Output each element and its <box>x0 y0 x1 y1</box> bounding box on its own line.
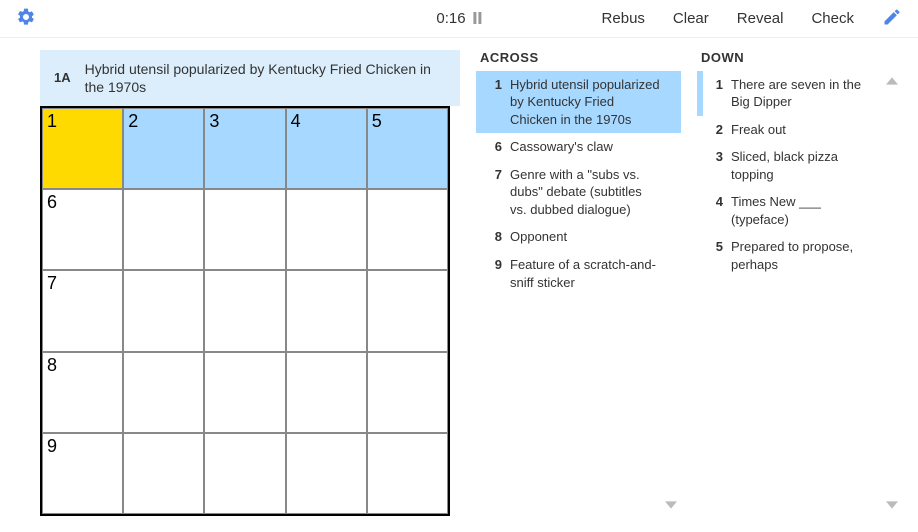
clue-text: Sliced, black pizza topping <box>731 148 896 183</box>
cell-number: 6 <box>47 192 57 213</box>
grid-cell[interactable] <box>286 189 367 270</box>
pause-icon[interactable] <box>474 12 482 24</box>
timer-group: 0:16 <box>436 10 481 27</box>
clue-item[interactable]: 2 Freak out <box>697 116 902 144</box>
grid-cell[interactable]: 2 <box>123 108 204 189</box>
grid-cell[interactable] <box>286 352 367 433</box>
clue-number: 8 <box>486 228 502 246</box>
clue-text: Freak out <box>731 121 896 139</box>
clue-text: Genre with a "subs vs. dubs" debate (sub… <box>510 166 675 219</box>
clue-item[interactable]: 7Genre with a "subs vs. dubs" debate (su… <box>476 161 681 224</box>
grid-cell[interactable] <box>204 189 285 270</box>
clear-button[interactable]: Clear <box>673 10 709 27</box>
current-clue-bar: 1A Hybrid utensil popularized by Kentuck… <box>40 50 460 106</box>
clue-number: 1 <box>486 76 502 129</box>
grid-cell[interactable] <box>204 270 285 351</box>
clue-text: Hybrid utensil popularized by Kentucky F… <box>510 76 675 129</box>
crossword-grid[interactable]: 1 2 3 4 5 6 7 8 9 <box>40 106 450 516</box>
cell-number: 8 <box>47 355 57 376</box>
grid-cell[interactable]: 5 <box>367 108 448 189</box>
grid-cell[interactable] <box>204 352 285 433</box>
cell-number: 1 <box>47 111 57 132</box>
toolbar-actions: Rebus Clear Reveal Check <box>602 7 902 30</box>
cell-number: 5 <box>372 111 382 132</box>
grid-cell[interactable] <box>367 433 448 514</box>
grid-cell[interactable] <box>123 189 204 270</box>
clue-lists: ACROSS 1Hybrid utensil popularized by Ke… <box>476 50 902 516</box>
clue-text: Times New ___ (typeface) <box>731 193 896 228</box>
current-clue-text: Hybrid utensil popularized by Kentucky F… <box>85 60 446 96</box>
rebus-button[interactable]: Rebus <box>602 10 645 27</box>
timer-value: 0:16 <box>436 10 465 27</box>
clue-number: 9 <box>486 256 502 291</box>
pencil-icon[interactable] <box>882 7 902 30</box>
main-area: 1A Hybrid utensil popularized by Kentuck… <box>0 38 918 532</box>
scroll-down-icon[interactable] <box>886 496 902 512</box>
grid-cell[interactable]: 4 <box>286 108 367 189</box>
grid-cell[interactable] <box>286 270 367 351</box>
cell-number: 3 <box>209 111 219 132</box>
clue-text: Feature of a scratch-and-sniff sticker <box>510 256 675 291</box>
clue-item[interactable]: 9Feature of a scratch-and-sniff sticker <box>476 251 681 296</box>
clue-number: 1 <box>707 76 723 111</box>
cell-number: 2 <box>128 111 138 132</box>
clue-text: There are seven in the Big Dipper <box>731 76 896 111</box>
clue-text: Opponent <box>510 228 675 246</box>
down-list: 1There are seven in the Big Dipper 2 Freak… <box>697 71 902 516</box>
puzzle-panel: 1A Hybrid utensil popularized by Kentuck… <box>40 50 460 516</box>
grid-cell[interactable] <box>367 189 448 270</box>
gear-icon[interactable] <box>16 7 36 30</box>
grid-cell[interactable] <box>286 433 367 514</box>
scroll-down-icon[interactable] <box>665 496 681 512</box>
clue-number: 5 <box>707 238 723 273</box>
grid-cell[interactable] <box>367 270 448 351</box>
across-list: 1Hybrid utensil popularized by Kentucky … <box>476 71 681 516</box>
clue-item[interactable]: 1There are seven in the Big Dipper <box>697 71 902 116</box>
cell-number: 9 <box>47 436 57 457</box>
clue-item[interactable]: 1Hybrid utensil popularized by Kentucky … <box>476 71 681 134</box>
toolbar: 0:16 Rebus Clear Reveal Check <box>0 0 918 38</box>
clue-text: Prepared to propose, perhaps <box>731 238 896 273</box>
app-root: 0:16 Rebus Clear Reveal Check 1A Hybrid … <box>0 0 918 532</box>
clue-item[interactable]: 4Times New ___ (typeface) <box>697 188 902 233</box>
grid-cell[interactable]: 3 <box>204 108 285 189</box>
cell-number: 4 <box>291 111 301 132</box>
cell-number: 7 <box>47 273 57 294</box>
across-title: ACROSS <box>476 50 681 65</box>
grid-cell[interactable] <box>123 270 204 351</box>
clue-number: 6 <box>486 138 502 156</box>
clue-item[interactable]: 8 Opponent <box>476 223 681 251</box>
grid-cell[interactable]: 1 <box>42 108 123 189</box>
reveal-button[interactable]: Reveal <box>737 10 784 27</box>
across-column: ACROSS 1Hybrid utensil popularized by Ke… <box>476 50 681 516</box>
clue-number: 2 <box>707 121 723 139</box>
check-button[interactable]: Check <box>811 10 854 27</box>
grid-cell[interactable]: 9 <box>42 433 123 514</box>
grid-cell[interactable]: 6 <box>42 189 123 270</box>
grid-cell[interactable] <box>204 433 285 514</box>
clue-item[interactable]: 3Sliced, black pizza topping <box>697 143 902 188</box>
grid-cell[interactable] <box>123 352 204 433</box>
clue-number: 4 <box>707 193 723 228</box>
clue-text: Cassowary's claw <box>510 138 675 156</box>
clue-item[interactable]: 5Prepared to propose, perhaps <box>697 233 902 278</box>
current-clue-number: 1A <box>54 70 71 85</box>
down-title: DOWN <box>697 50 902 65</box>
grid-cell[interactable] <box>123 433 204 514</box>
clue-number: 3 <box>707 148 723 183</box>
grid-cell[interactable]: 7 <box>42 270 123 351</box>
clue-number: 7 <box>486 166 502 219</box>
down-column: DOWN 1There are seven in the Big Dipper2… <box>697 50 902 516</box>
grid-cell[interactable]: 8 <box>42 352 123 433</box>
clue-item[interactable]: 6 Cassowary's claw <box>476 133 681 161</box>
grid-cell[interactable] <box>367 352 448 433</box>
